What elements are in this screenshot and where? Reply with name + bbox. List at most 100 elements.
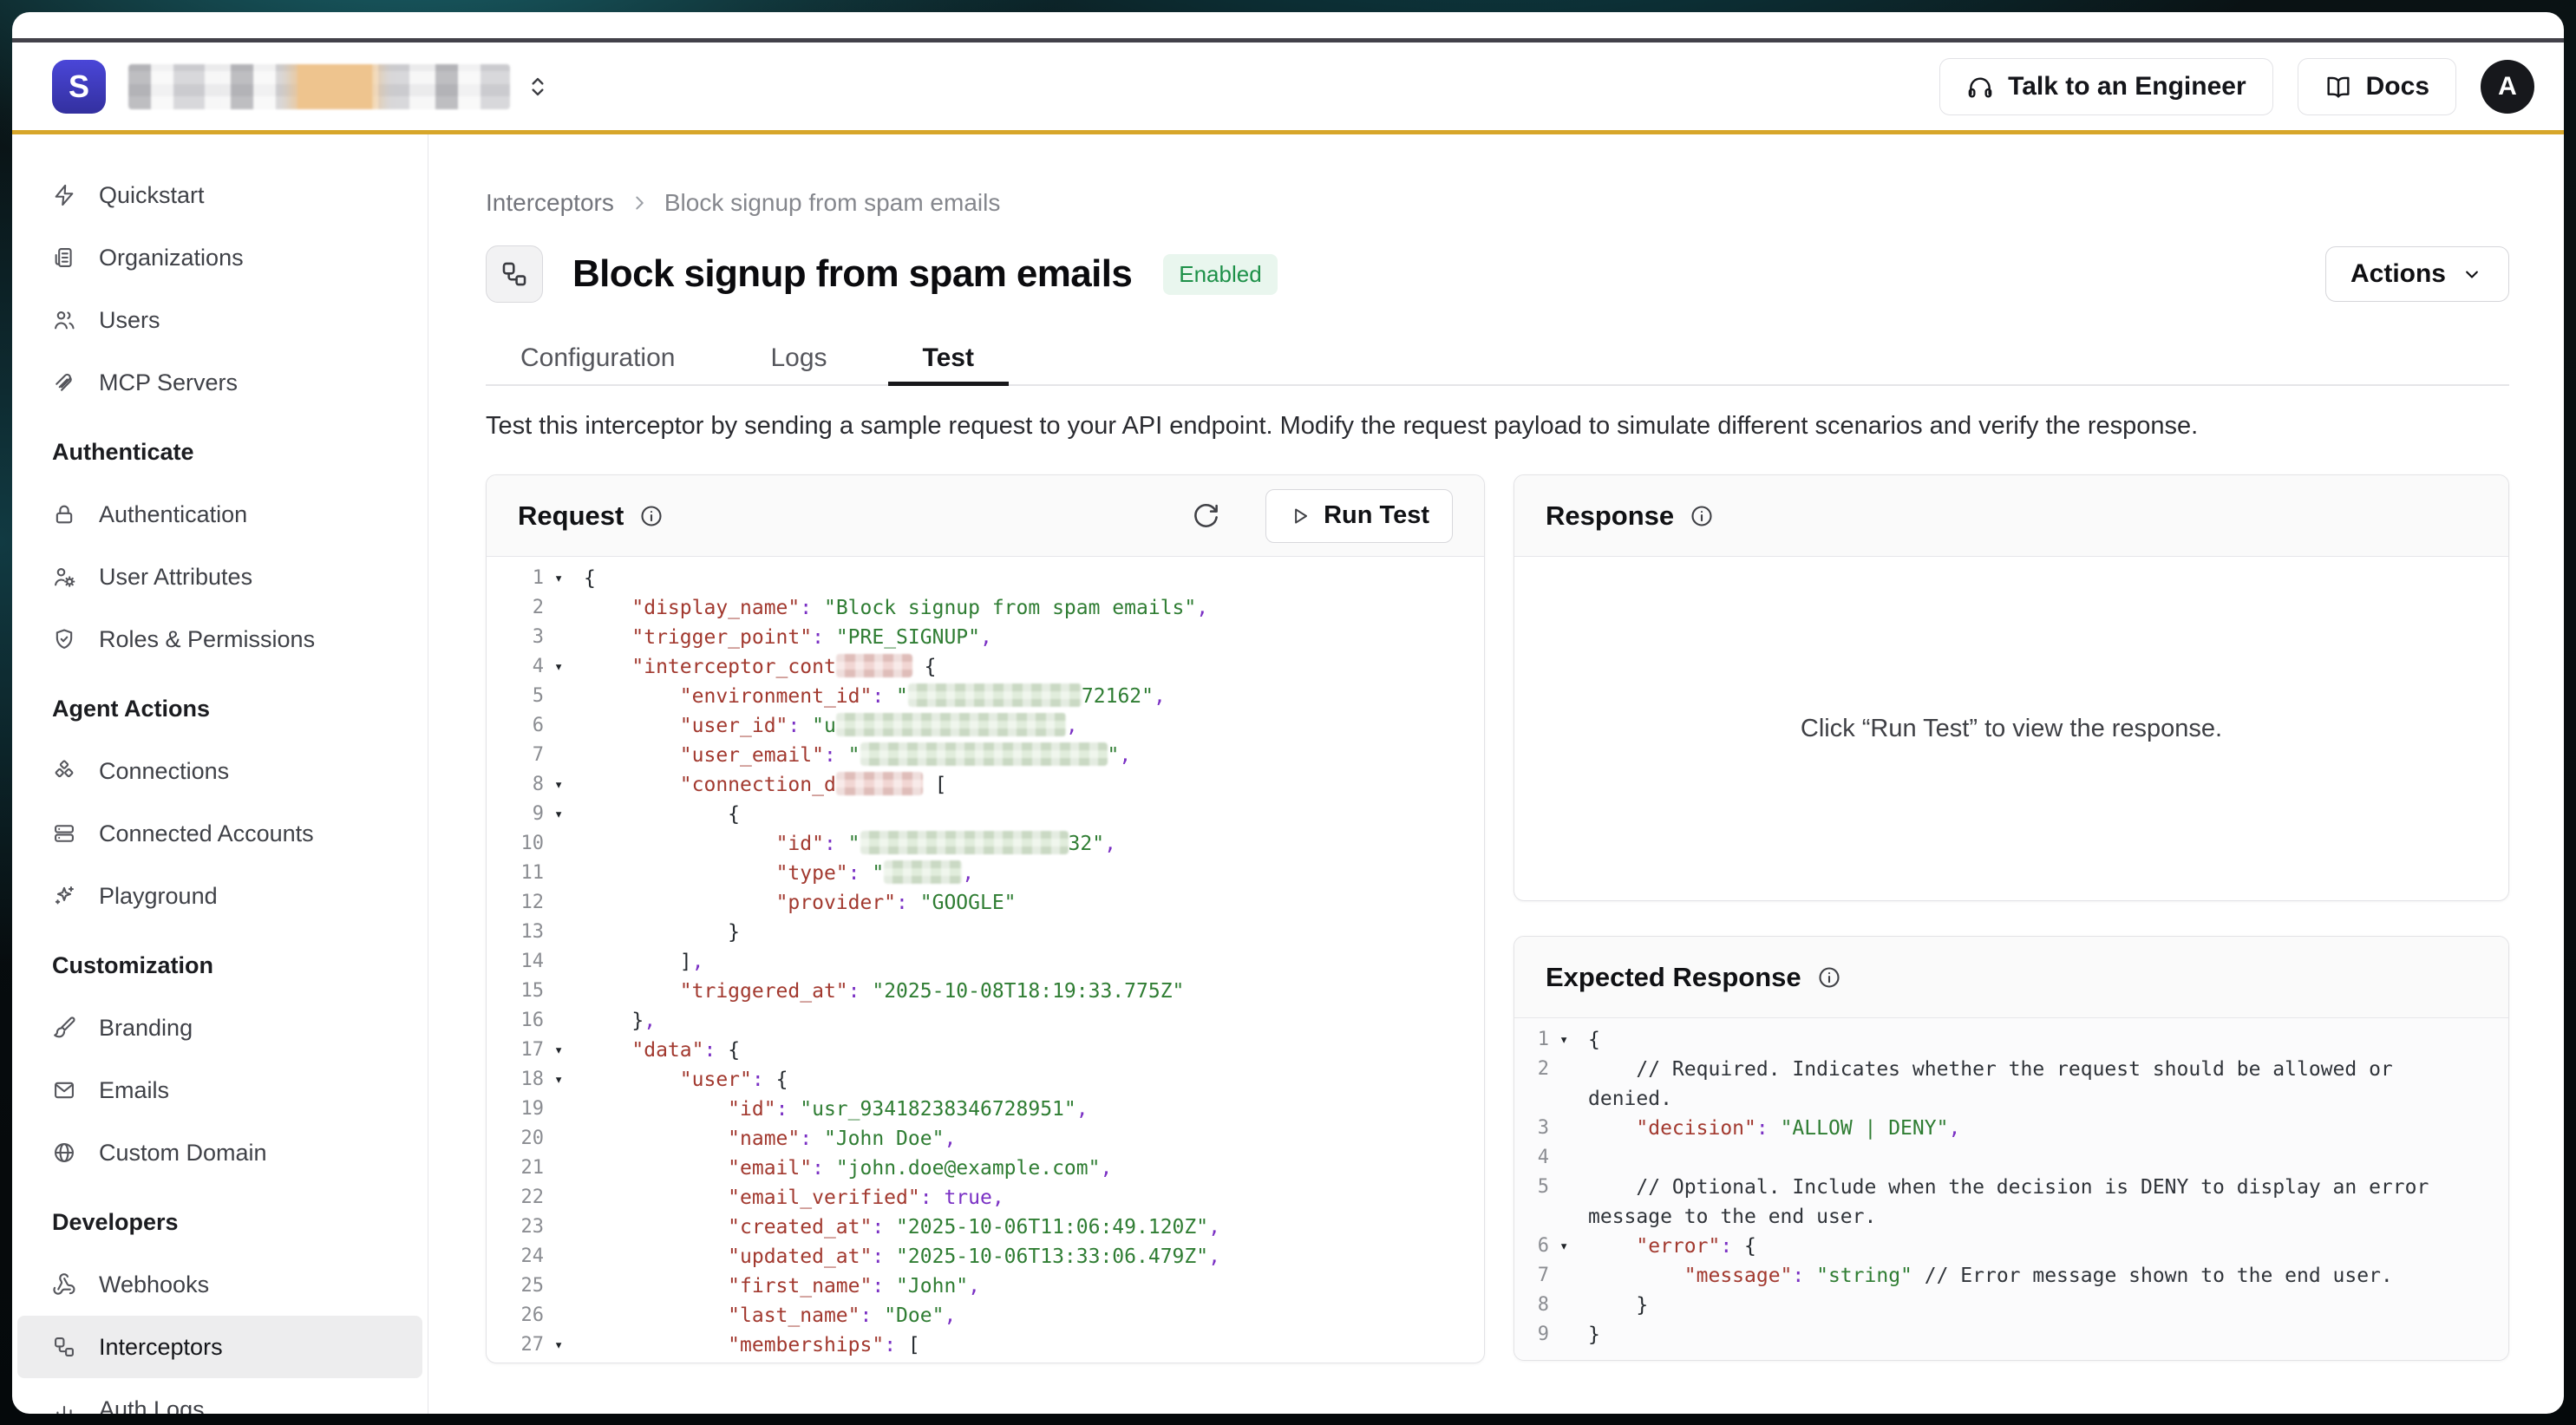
info-icon[interactable] (1690, 504, 1714, 528)
user-gear-icon (52, 565, 76, 589)
fold-arrow-icon[interactable]: ▾ (1549, 1025, 1588, 1055)
sidebar-item-auth-logs[interactable]: Auth Logs (17, 1378, 422, 1414)
line-number: 1 (487, 564, 544, 593)
run-test-button[interactable]: Run Test (1265, 489, 1453, 543)
sidebar-section-header-customization: Customization (12, 934, 428, 997)
code-line[interactable]: 6 "user_id": "u, (487, 711, 1484, 741)
code-line[interactable]: 11 "type": ", (487, 859, 1484, 888)
code-line[interactable]: 22 "email_verified": true, (487, 1183, 1484, 1213)
code-line[interactable]: 26 "last_name": "Doe", (487, 1301, 1484, 1330)
avatar[interactable]: A (2481, 60, 2534, 114)
code-line[interactable]: 8▾ "connection_d [ (487, 770, 1484, 800)
fold-arrow-icon[interactable]: ▾ (544, 800, 584, 829)
line-number: 2 (1514, 1055, 1549, 1084)
code-line[interactable]: 3 "trigger_point": "PRE_SIGNUP", (487, 623, 1484, 652)
line-number: 7 (1514, 1261, 1549, 1291)
code-line-content: // Optional. Include when the decision i… (1588, 1173, 2438, 1232)
code-line[interactable]: 7 "user_email": "", (487, 741, 1484, 770)
code-line[interactable]: 10 "id": "32", (487, 829, 1484, 859)
info-icon[interactable] (639, 504, 664, 528)
webhook-icon (52, 1272, 76, 1297)
fold-arrow-icon[interactable]: ▾ (544, 652, 584, 682)
talk-to-engineer-label: Talk to an Engineer (2008, 72, 2246, 101)
sidebar-item-roles-permissions[interactable]: Roles & Permissions (17, 608, 422, 670)
code-line[interactable]: 2 "display_name": "Block signup from spa… (487, 593, 1484, 623)
tab-configuration[interactable]: Configuration (486, 332, 709, 384)
redacted-value (836, 713, 1066, 736)
refresh-icon[interactable] (1191, 501, 1220, 531)
sidebar-item-interceptors[interactable]: Interceptors (17, 1316, 422, 1378)
code-line[interactable]: 21 "email": "john.doe@example.com", (487, 1154, 1484, 1183)
right-column: Response Click “Run Test” to view the re… (1514, 474, 2509, 1361)
code-line[interactable]: 23 "created_at": "2025-10-06T11:06:49.12… (487, 1213, 1484, 1242)
sidebar-item-label: Connected Accounts (99, 820, 314, 847)
code-line[interactable]: 5 "environment_id": "72162", (487, 682, 1484, 711)
mail-icon (52, 1078, 76, 1102)
sidebar-item-emails[interactable]: Emails (17, 1059, 422, 1121)
copy-icon[interactable] (2456, 1032, 2491, 1067)
line-number: 8 (487, 770, 544, 800)
line-number: 17 (487, 1036, 544, 1065)
fold-arrow-icon[interactable]: ▾ (544, 564, 584, 593)
code-line-content: "display_name": "Block signup from spam … (584, 593, 1484, 623)
code-line[interactable]: 17▾ "data": { (487, 1036, 1484, 1065)
line-number: 2 (487, 593, 544, 623)
fold-arrow-icon[interactable]: ▾ (1549, 1232, 1588, 1261)
talk-to-engineer-button[interactable]: Talk to an Engineer (1939, 58, 2273, 115)
actions-button[interactable]: Actions (2325, 246, 2509, 302)
code-line[interactable]: 13 } (487, 918, 1484, 947)
code-line[interactable]: 15 "triggered_at": "2025-10-08T18:19:33.… (487, 977, 1484, 1006)
code-line[interactable]: 25 "first_name": "John", (487, 1271, 1484, 1301)
code-line: 2 // Required. Indicates whether the req… (1514, 1055, 2508, 1114)
code-line[interactable]: 1▾{ (487, 564, 1484, 593)
sidebar-item-users[interactable]: Users (17, 289, 422, 351)
copy-icon[interactable] (1432, 571, 1467, 605)
tab-test[interactable]: Test (888, 332, 1009, 384)
code-line[interactable]: 24 "updated_at": "2025-10-06T13:33:06.47… (487, 1242, 1484, 1271)
sidebar-item-branding[interactable]: Branding (17, 997, 422, 1059)
code-line-content: "user_email": "", (584, 741, 1484, 770)
fold-arrow-icon[interactable]: ▾ (544, 1330, 584, 1360)
code-line[interactable]: 12 "provider": "GOOGLE" (487, 888, 1484, 918)
tab-logs[interactable]: Logs (736, 332, 861, 384)
sidebar-item-user-attributes[interactable]: User Attributes (17, 546, 422, 608)
code-line[interactable]: 19 "id": "usr_93418238346728951", (487, 1095, 1484, 1124)
sidebar-item-connected-accounts[interactable]: Connected Accounts (17, 802, 422, 865)
code-line[interactable]: 20 "name": "John Doe", (487, 1124, 1484, 1154)
code-line-content: "interceptor_cont { (584, 652, 1484, 682)
line-number: 5 (487, 682, 544, 711)
interceptor-icon (500, 259, 529, 289)
code-line-content: }, (584, 1006, 1484, 1036)
request-code-editor[interactable]: 1▾{2 "display_name": "Block signup from … (487, 557, 1484, 1363)
sidebar-item-authentication[interactable]: Authentication (17, 483, 422, 546)
line-number: 4 (1514, 1143, 1549, 1173)
chevrons-up-down-icon[interactable] (524, 73, 552, 101)
redacted-value (836, 772, 923, 795)
info-icon[interactable] (1817, 965, 1841, 990)
breadcrumb-interceptors-link[interactable]: Interceptors (486, 189, 614, 217)
sidebar-item-custom-domain[interactable]: Custom Domain (17, 1121, 422, 1184)
code-line[interactable]: 9▾ { (487, 800, 1484, 829)
code-line-content: ], (584, 947, 1484, 977)
docs-button[interactable]: Docs (2298, 58, 2456, 115)
sidebar-item-mcp-servers[interactable]: MCP Servers (17, 351, 422, 414)
fold-arrow-icon[interactable]: ▾ (544, 1065, 584, 1095)
sidebar-item-quickstart[interactable]: Quickstart (17, 164, 422, 226)
code-line[interactable]: 16 }, (487, 1006, 1484, 1036)
response-panel-title: Response (1546, 500, 1674, 532)
sidebar-item-playground[interactable]: Playground (17, 865, 422, 927)
lock-icon (52, 502, 76, 526)
fold-arrow-icon[interactable]: ▾ (544, 770, 584, 800)
shield-check-icon (52, 627, 76, 651)
code-line[interactable]: 14 ], (487, 947, 1484, 977)
sidebar-item-organizations[interactable]: Organizations (17, 226, 422, 289)
fold-arrow-icon[interactable]: ▾ (544, 1036, 584, 1065)
sidebar-item-webhooks[interactable]: Webhooks (17, 1253, 422, 1316)
line-number: 20 (487, 1124, 544, 1154)
sidebar-item-connections[interactable]: Connections (17, 740, 422, 802)
request-panel: Request Run Test 1▾{2 "display_name": "B… (486, 474, 1485, 1363)
code-line: 9} (1514, 1320, 2508, 1350)
code-line[interactable]: 27▾ "memberships": [ (487, 1330, 1484, 1360)
code-line[interactable]: 18▾ "user": { (487, 1065, 1484, 1095)
code-line[interactable]: 4▾ "interceptor_cont { (487, 652, 1484, 682)
